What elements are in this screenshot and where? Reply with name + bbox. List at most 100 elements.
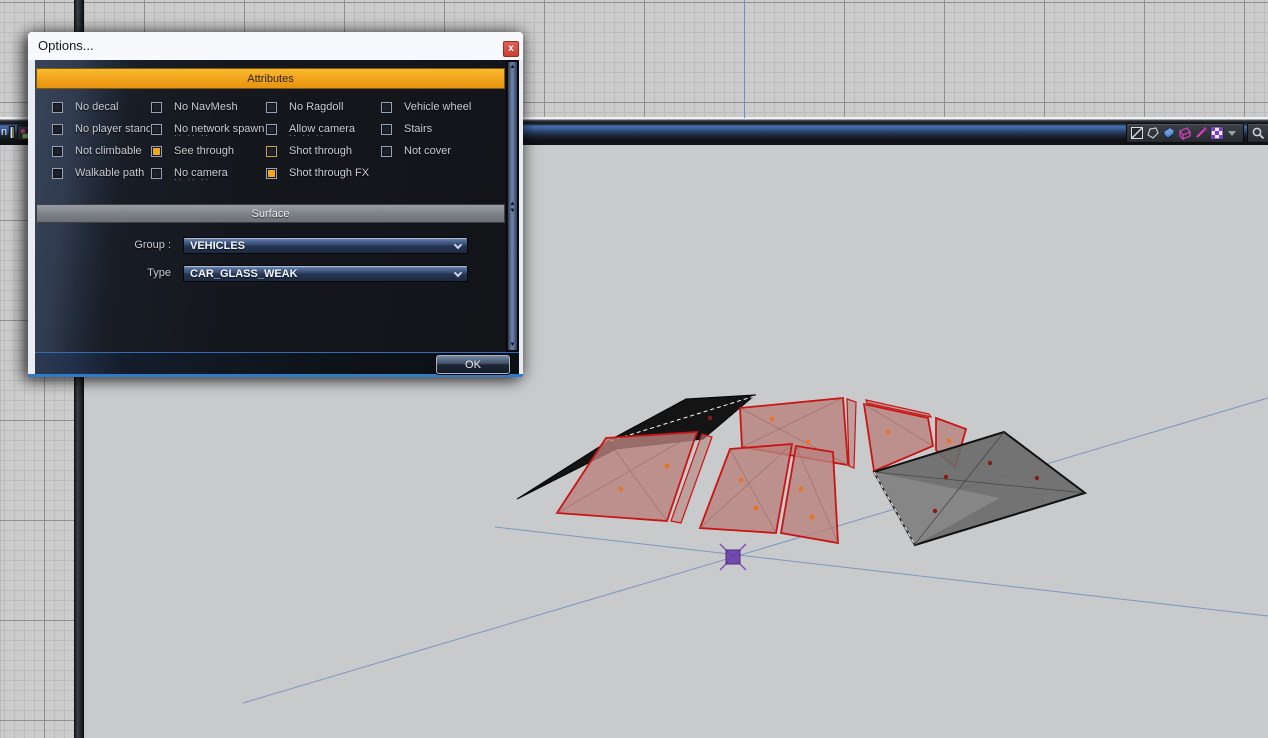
checkbox-row: Not climbable (52, 140, 150, 162)
vertex-dot-orange (947, 439, 952, 444)
checkbox-column: No NavMesh No network spawn.. .. .. See th… (151, 96, 265, 184)
checkbox-column: No decal No player stand Not climbable Walk… (52, 96, 150, 184)
group-label: Group : (35, 237, 177, 254)
type-label: Type (35, 265, 177, 282)
palette-stripes-icon[interactable] (9, 126, 15, 139)
dialog-scrollbar[interactable]: ▲ ▲ ▼ ▼ (506, 60, 519, 352)
checkbox-row: No decal (52, 96, 150, 118)
checkbox-allow-camera[interactable] (266, 124, 277, 135)
checkbox-no-ragdoll[interactable] (266, 102, 277, 113)
vertex-dot-dark (1035, 476, 1039, 480)
modeling-tools-panel (1126, 123, 1244, 143)
checkbox-vehicle-wheel[interactable] (381, 102, 392, 113)
checkbox-label: Shot through FX (289, 167, 369, 179)
checkbox-label: No Ragdoll (289, 101, 343, 113)
checkbox-no-network-spawn[interactable] (151, 124, 162, 135)
scroll-grip-up-icon[interactable]: ▲ (507, 201, 518, 207)
type-select[interactable]: CAR_GLASS_WEAK (183, 265, 468, 282)
checkbox-no-camera[interactable] (151, 168, 162, 179)
group-select[interactable]: VEHICLES (183, 237, 468, 254)
viewport-grid-line (495, 527, 1268, 616)
toolbar-fragment-text: n (1, 123, 7, 142)
scroll-grip-down-icon[interactable]: ▼ (507, 208, 518, 214)
checkbox-label: Not climbable (75, 145, 142, 157)
checkbox-no-decal[interactable] (52, 102, 63, 113)
tools-dropdown-arrow-icon[interactable] (1228, 131, 1236, 136)
checkbox-row: No Ragdoll (266, 96, 380, 118)
checkbox-label: Stairs (404, 123, 432, 135)
vertex-dot-dark (988, 461, 992, 465)
search-panel (1247, 123, 1268, 143)
dialog-title: Options... (38, 32, 94, 60)
checkbox-row: Shot through (266, 140, 380, 162)
scroll-up-icon[interactable]: ▲ (507, 64, 518, 70)
checkbox-row: No NavMesh (151, 96, 265, 118)
options-dialog: Options... x Attributes No decal No playe… (28, 32, 523, 377)
checkbox-label: Not cover (404, 145, 451, 157)
vertex-dot-orange (806, 440, 811, 445)
checkbox-shot-through-fx[interactable] (266, 168, 277, 179)
vertex-dot-orange (739, 478, 744, 483)
checkbox-row: Not cover (381, 140, 505, 162)
magnifier-icon[interactable] (1251, 126, 1265, 140)
close-button[interactable]: x (503, 41, 519, 57)
checkbox-column: Vehicle wheel Stairs Not cover (381, 96, 505, 162)
group-select-value: VEHICLES (190, 238, 245, 254)
type-select-value: CAR_GLASS_WEAK (190, 266, 298, 282)
dialog-titlebar[interactable]: Options... (28, 32, 523, 60)
checkbox-row: Shot through FX (266, 162, 380, 184)
checkbox-row: No camera.. .. .. (151, 162, 265, 184)
checkbox-label: No decal (75, 101, 118, 113)
selection-gizmo[interactable] (726, 550, 740, 564)
checkbox-not-climbable[interactable] (52, 146, 63, 157)
dialog-footer: OK (35, 352, 519, 374)
checkbox-label: Shot through (289, 145, 352, 157)
chevron-down-icon (454, 241, 462, 249)
checkbox-walkable-path[interactable] (52, 168, 63, 179)
polygon-tool-icon[interactable] (1146, 126, 1160, 140)
checkbox-no-navmesh[interactable] (151, 102, 162, 113)
vertex-dot-dark (708, 416, 712, 420)
checkbox-row: See through (151, 140, 265, 162)
slope-tool-icon[interactable] (1130, 126, 1144, 140)
edge-pen-tool-icon[interactable] (1194, 126, 1208, 140)
chevron-down-icon (454, 269, 462, 277)
checkbox-label: Walkable path (75, 167, 144, 179)
checkbox-see-through[interactable] (151, 146, 162, 157)
clipped-text-dots: .. .. .. (174, 174, 210, 181)
editor-screen: n (0, 0, 1268, 738)
vertex-dot-orange (886, 430, 891, 435)
checkbox-stairs[interactable] (381, 124, 392, 135)
vertex-dot-dark (933, 509, 937, 513)
wireframe-box-tool-icon[interactable] (1178, 126, 1192, 140)
checkbox-row: No player stand (52, 118, 150, 140)
vertex-dot-orange (619, 487, 624, 492)
clipped-text-dots: .. .. .. (174, 130, 210, 137)
glass-piece[interactable] (700, 444, 792, 533)
solid-tool-icon[interactable] (1162, 126, 1176, 140)
texture-checker-tool-icon[interactable] (1210, 126, 1224, 140)
checkbox-shot-through[interactable] (266, 146, 277, 157)
checkbox-no-player-stand[interactable] (52, 124, 63, 135)
checkbox-column: No Ragdoll Allow camera.. .. .. Shot throu… (266, 96, 380, 184)
checkbox-row: Allow camera.. .. .. (266, 118, 380, 140)
grid-blue-line (744, 0, 745, 118)
checkbox-label: No NavMesh (174, 101, 238, 113)
glass-piece-offset-outline (847, 399, 856, 468)
attributes-header: Attributes (36, 68, 505, 89)
checkbox-not-cover[interactable] (381, 146, 392, 157)
clipped-text-dots: .. .. .. (289, 130, 325, 137)
checkbox-row: No network spawn.. .. .. (151, 118, 265, 140)
checkbox-label: See through (174, 145, 234, 157)
scroll-down-icon[interactable]: ▼ (507, 342, 518, 348)
checkbox-row: Stairs (381, 118, 505, 140)
vertex-dot-dark (944, 475, 948, 479)
vertex-dot-orange (770, 417, 775, 422)
checkbox-label: Vehicle wheel (404, 101, 471, 113)
ok-button[interactable]: OK (436, 355, 510, 374)
surface-header: Surface (36, 204, 505, 223)
checkbox-row: Walkable path (52, 162, 150, 184)
vertex-dot-orange (665, 464, 670, 469)
checkbox-row: Vehicle wheel (381, 96, 505, 118)
dialog-content: Attributes No decal No player stand Not cl… (35, 60, 506, 352)
